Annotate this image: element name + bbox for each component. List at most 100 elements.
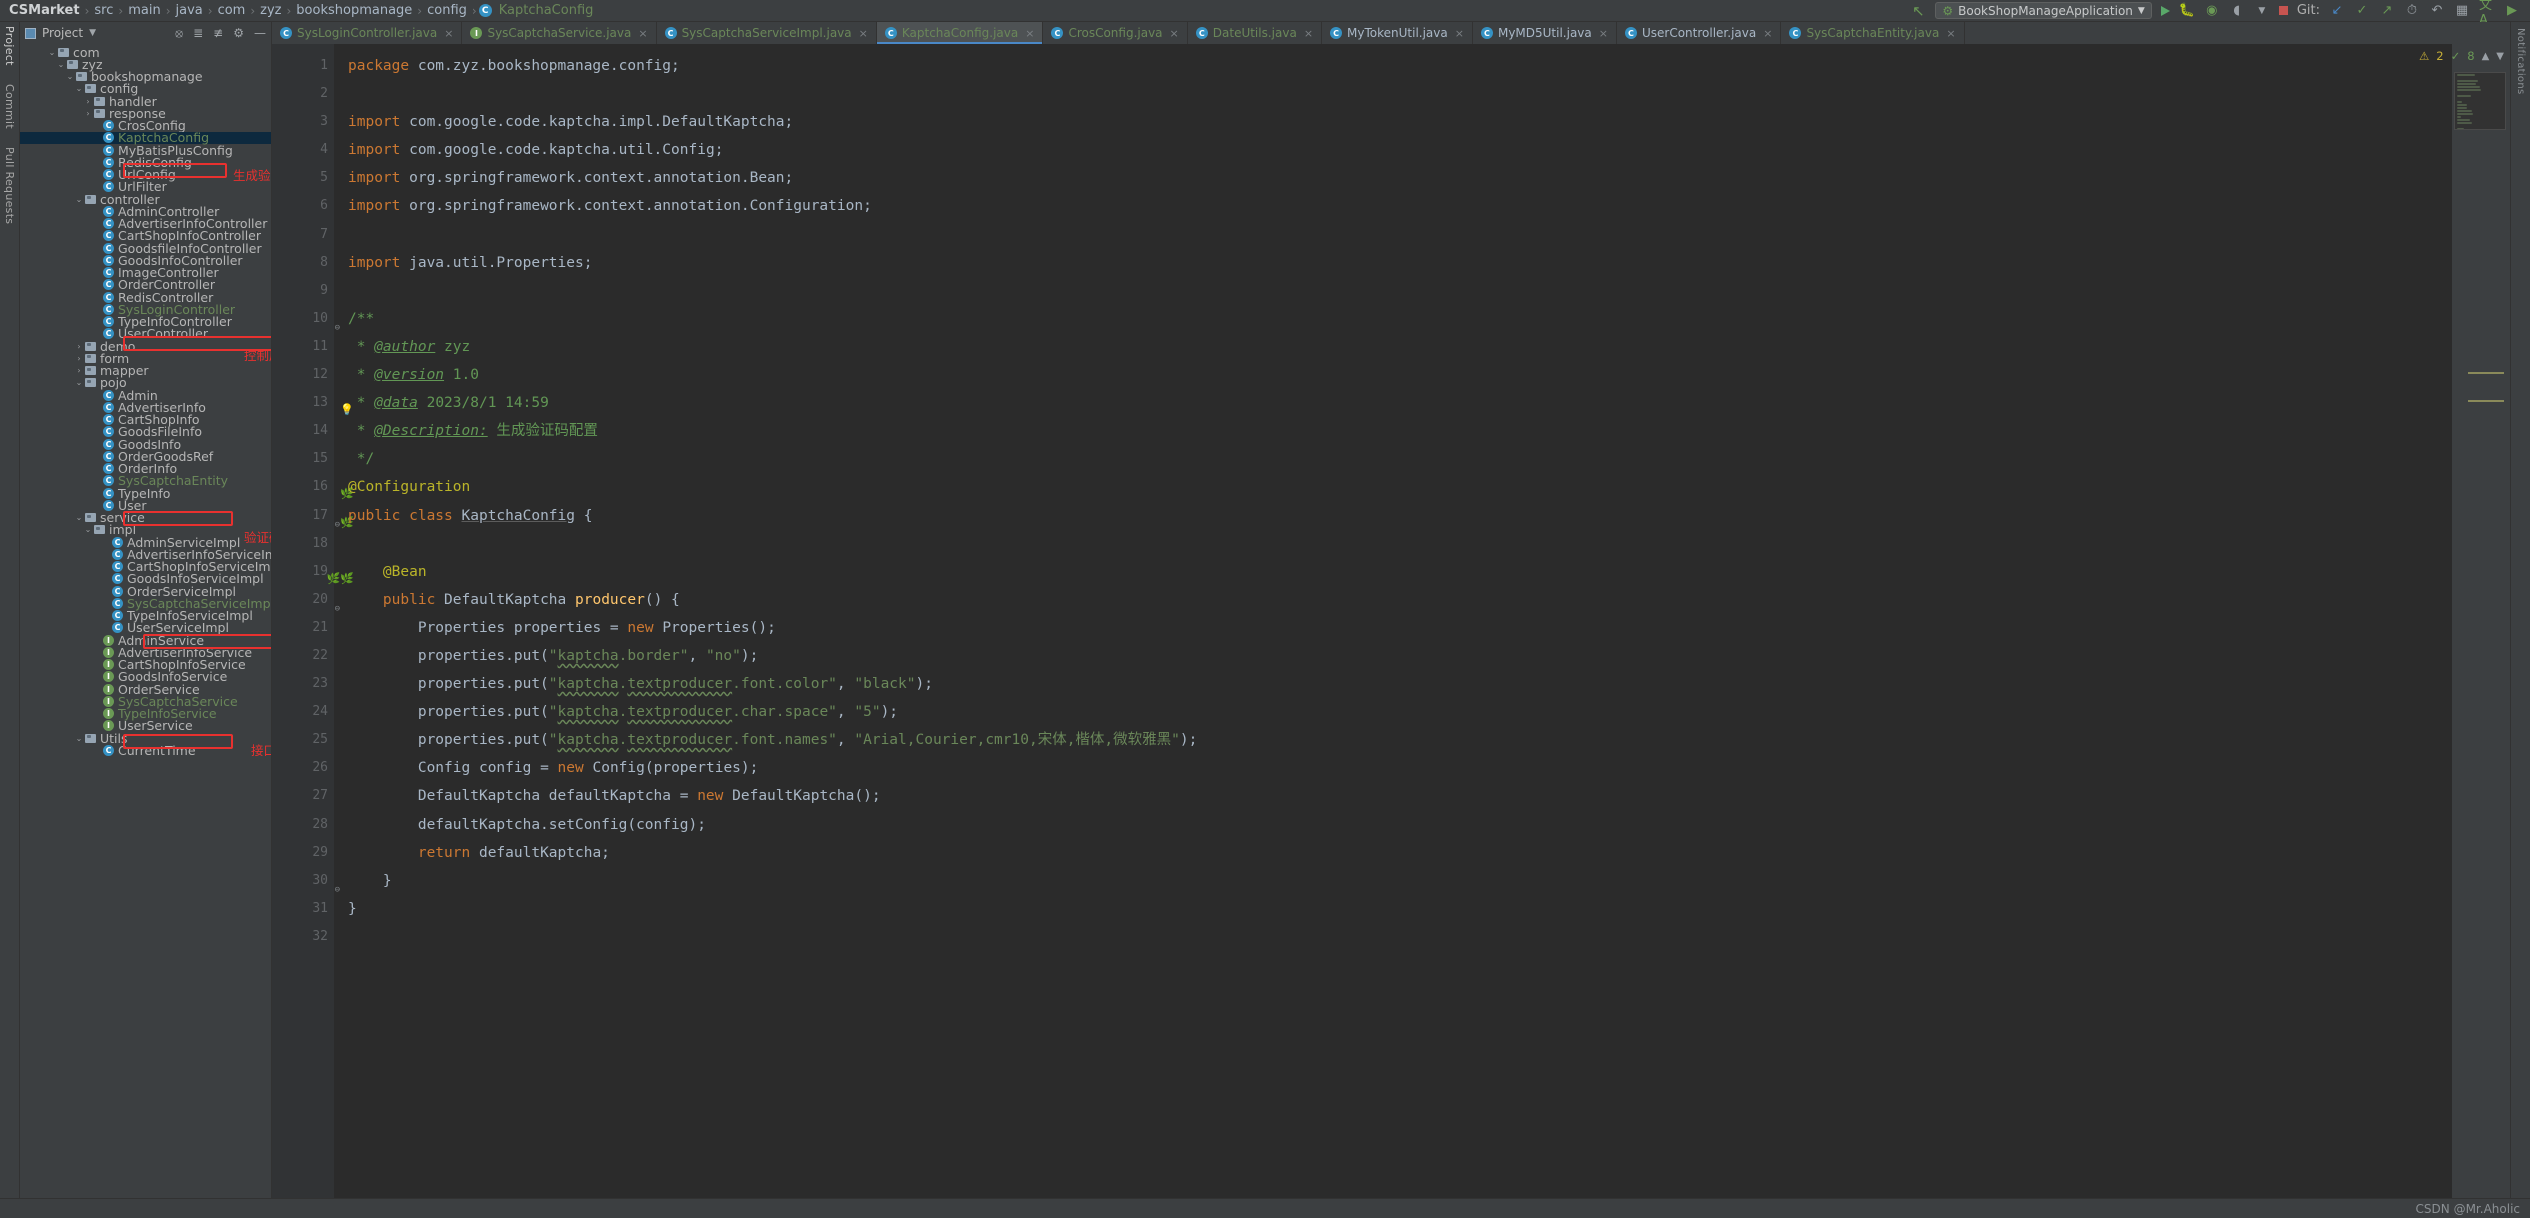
line-number[interactable]: 20⊖ xyxy=(272,586,334,614)
code-line[interactable]: public DefaultKaptcha producer() { xyxy=(348,586,2452,614)
code-line[interactable]: @Configuration xyxy=(348,473,2452,501)
code-line[interactable]: Properties properties = new Properties()… xyxy=(348,614,2452,642)
breadcrumb-item[interactable]: java xyxy=(173,3,206,18)
code-line[interactable]: /** xyxy=(348,305,2452,333)
code-minimap[interactable] xyxy=(2454,72,2506,130)
line-number[interactable]: 29 xyxy=(272,839,334,867)
code-line[interactable]: import org.springframework.context.annot… xyxy=(348,192,2452,220)
close-icon[interactable]: × xyxy=(1763,27,1772,40)
tree-node-userservice[interactable]: IUserService xyxy=(20,720,271,732)
chevron-right-icon[interactable]: › xyxy=(83,97,93,106)
translate-icon[interactable]: 文A xyxy=(2479,3,2495,19)
editor-tab-syslogincontroller[interactable]: CSysLoginController.java× xyxy=(272,22,462,44)
tree-node-com[interactable]: ⌄com xyxy=(20,46,271,58)
back-arrow-icon[interactable]: ↖ xyxy=(1910,3,1926,19)
line-number-gutter[interactable]: 12345678910⊖111213💡141516🌿17🌿⊖1819🌿🌿20⊖2… xyxy=(272,44,334,1198)
debug-icon[interactable]: 🐛 xyxy=(2179,3,2195,19)
chevron-down-icon[interactable]: ⌄ xyxy=(47,48,57,57)
stop-button[interactable] xyxy=(2279,6,2288,15)
profiler-icon[interactable]: ◖ xyxy=(2229,3,2245,19)
line-number[interactable]: 28 xyxy=(272,811,334,839)
code-line[interactable] xyxy=(348,221,2452,249)
close-icon[interactable]: × xyxy=(1170,27,1179,40)
tool-window-commit[interactable]: Commit xyxy=(3,84,16,129)
line-number[interactable]: 31 xyxy=(272,895,334,923)
code-line[interactable]: * @Description: 生成验证码配置 xyxy=(348,417,2452,445)
close-icon[interactable]: × xyxy=(1455,27,1464,40)
run-configuration-selector[interactable]: ⚙ BookShopManageApplication ▼ xyxy=(1935,2,2151,19)
select-opened-file-icon[interactable]: ⦻ xyxy=(175,27,183,39)
chevron-down-icon[interactable]: ▼ xyxy=(2496,51,2504,62)
editor-tab-mytokenutil[interactable]: CMyTokenUtil.java× xyxy=(1322,22,1473,44)
editor-marker[interactable] xyxy=(2468,372,2504,374)
line-number[interactable]: 18 xyxy=(272,530,334,558)
close-icon[interactable]: × xyxy=(1304,27,1313,40)
close-icon[interactable]: × xyxy=(1946,27,1955,40)
code-line[interactable]: properties.put("kaptcha.textproducer.cha… xyxy=(348,698,2452,726)
code-line[interactable] xyxy=(348,277,2452,305)
code-line[interactable]: import com.google.code.kaptcha.impl.Defa… xyxy=(348,108,2452,136)
git-commit-icon[interactable]: ✓ xyxy=(2354,3,2370,19)
code-line[interactable]: * @version 1.0 xyxy=(348,361,2452,389)
collapse-all-icon[interactable]: ≢ xyxy=(213,27,223,39)
chevron-right-icon[interactable]: › xyxy=(83,109,93,118)
editor-tab-mymd5util[interactable]: CMyMD5Util.java× xyxy=(1473,22,1617,44)
code-line[interactable]: properties.put("kaptcha.border", "no"); xyxy=(348,642,2452,670)
chevron-down-icon[interactable]: ⌄ xyxy=(83,525,93,534)
breadcrumb-item[interactable]: com xyxy=(215,3,249,18)
git-history-icon[interactable]: ⏱ xyxy=(2404,3,2420,19)
line-number[interactable]: 2 xyxy=(272,80,334,108)
tree-node-user[interactable]: CUser xyxy=(20,499,271,511)
chevron-down-icon[interactable]: ⌄ xyxy=(56,60,66,69)
close-icon[interactable]: × xyxy=(859,27,868,40)
line-number[interactable]: 1 xyxy=(272,52,334,80)
chevron-down-icon[interactable]: ⌄ xyxy=(65,72,75,81)
expand-all-icon[interactable]: ≣ xyxy=(193,27,203,39)
code-line[interactable]: import java.util.Properties; xyxy=(348,249,2452,277)
editor-tab-kaptchaconfig[interactable]: CKaptchaConfig.java× xyxy=(877,22,1044,44)
line-number[interactable]: 32 xyxy=(272,923,334,951)
line-number[interactable]: 12 xyxy=(272,361,334,389)
editor-tab-dateutils[interactable]: CDateUtils.java× xyxy=(1188,22,1322,44)
line-number[interactable]: 3 xyxy=(272,108,334,136)
line-number[interactable]: 22 xyxy=(272,642,334,670)
tool-window-project[interactable]: Project xyxy=(3,26,16,66)
breadcrumb-item[interactable]: CKaptchaConfig xyxy=(479,3,597,18)
code-line[interactable]: properties.put("kaptcha.textproducer.fon… xyxy=(348,726,2452,754)
chevron-down-icon[interactable]: ▼ xyxy=(89,29,96,38)
project-tree[interactable]: ⌄com⌄zyz⌄bookshopmanage⌄config›handler›r… xyxy=(20,44,271,1198)
line-number[interactable]: 13💡 xyxy=(272,389,334,417)
tool-window-pull-requests[interactable]: Pull Requests xyxy=(3,147,16,224)
code-editor[interactable]: package com.zyz.bookshopmanage.config; i… xyxy=(334,44,2452,1198)
chevron-down-icon[interactable]: ⌄ xyxy=(74,378,84,387)
chevron-right-icon[interactable]: › xyxy=(74,354,84,363)
editor-tab-syscaptchaserviceimpl[interactable]: CSysCaptchaServiceImpl.java× xyxy=(657,22,877,44)
code-line[interactable]: * @author zyz xyxy=(348,333,2452,361)
chevron-down-icon[interactable]: ⌄ xyxy=(74,195,84,204)
breadcrumb-item[interactable]: CSMarket xyxy=(6,3,83,18)
code-line[interactable]: } xyxy=(348,867,2452,895)
breadcrumb-item[interactable]: zyz xyxy=(257,3,284,18)
git-update-icon[interactable]: ↙ xyxy=(2329,3,2345,19)
line-number[interactable]: 16🌿 xyxy=(272,473,334,501)
database-icon[interactable]: ▦ xyxy=(2454,3,2470,19)
close-icon[interactable]: × xyxy=(1599,27,1608,40)
code-line[interactable] xyxy=(348,80,2452,108)
line-number[interactable]: 10⊖ xyxy=(272,305,334,333)
close-icon[interactable]: × xyxy=(1025,27,1034,40)
code-line[interactable]: } xyxy=(348,895,2452,923)
chevron-right-icon[interactable]: › xyxy=(74,342,84,351)
tree-node-service[interactable]: ⌄service xyxy=(20,512,271,524)
line-number[interactable]: 6 xyxy=(272,192,334,220)
code-line[interactable] xyxy=(348,530,2452,558)
code-line[interactable]: Config config = new Config(properties); xyxy=(348,754,2452,782)
line-number[interactable]: 23 xyxy=(272,670,334,698)
editor-tab-syscaptchaservice[interactable]: ISysCaptchaService.java× xyxy=(462,22,656,44)
tree-node-demo[interactable]: ›demo xyxy=(20,340,271,352)
chevron-down-icon[interactable]: ⌄ xyxy=(74,84,84,93)
tree-node-usercontroller[interactable]: CUserController xyxy=(20,328,271,340)
line-number[interactable]: 24 xyxy=(272,698,334,726)
tree-node-bookshopmanage[interactable]: ⌄bookshopmanage xyxy=(20,71,271,83)
line-number[interactable]: 8 xyxy=(272,249,334,277)
search-everywhere-icon[interactable]: ▶ xyxy=(2504,3,2520,19)
